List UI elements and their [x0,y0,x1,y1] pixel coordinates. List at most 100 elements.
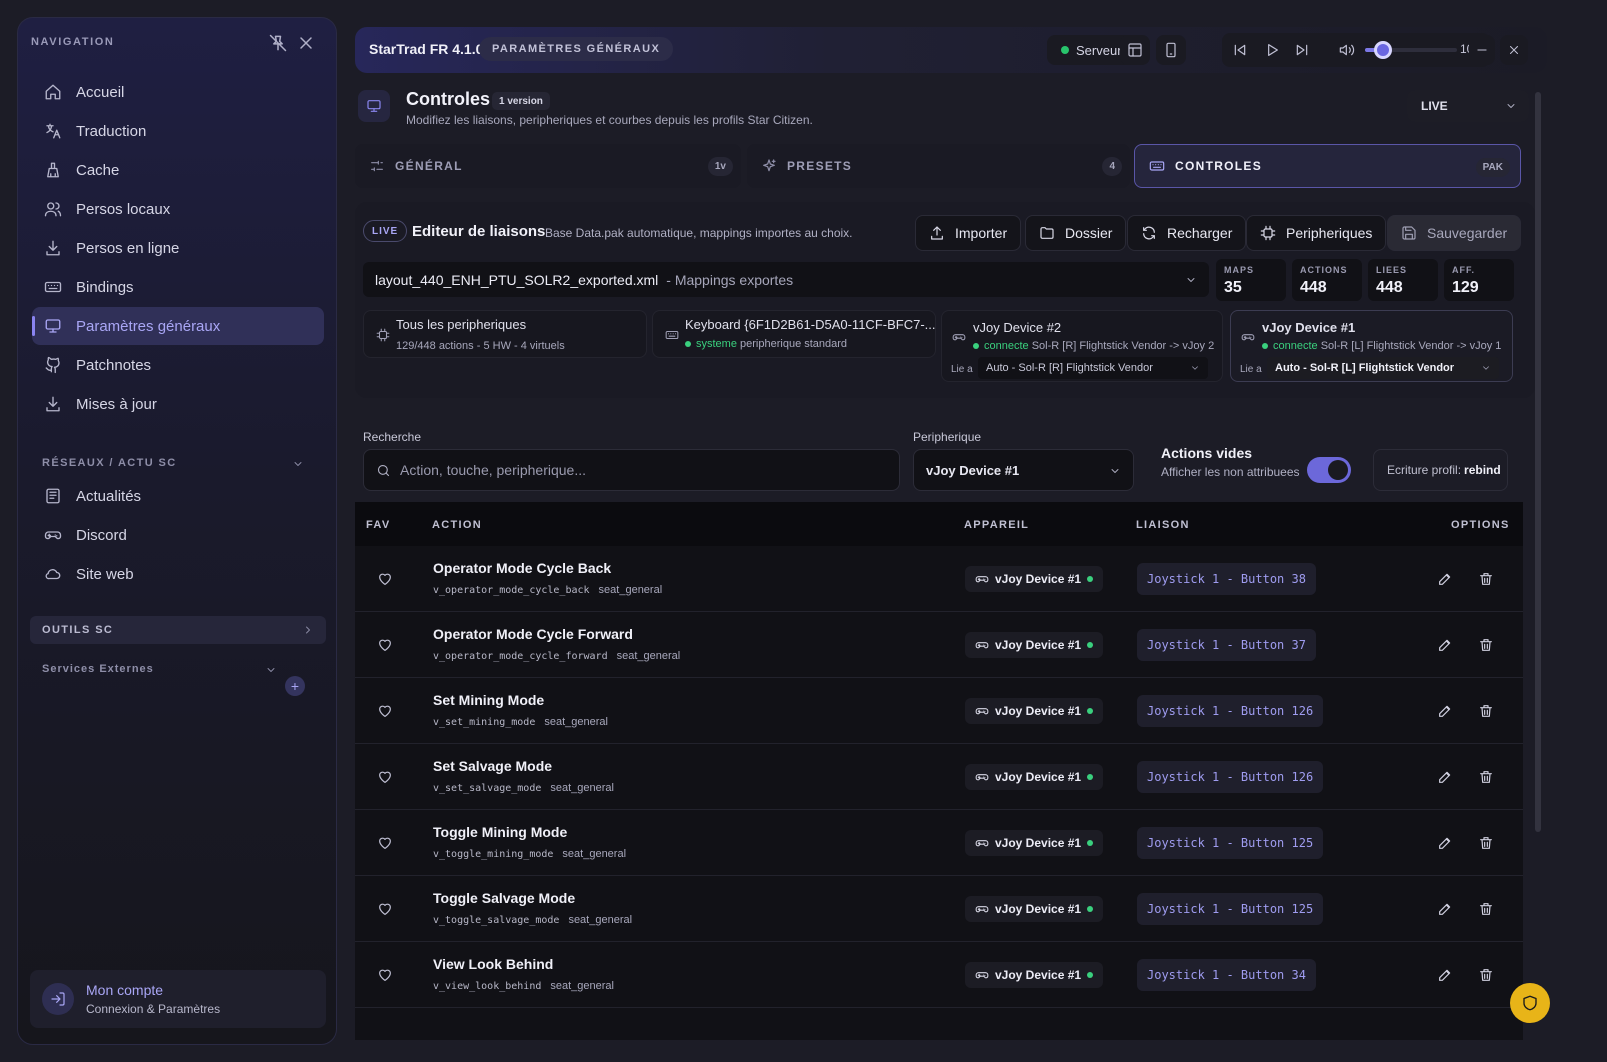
reload-button[interactable]: Recharger [1127,215,1247,251]
heart-icon[interactable] [377,967,393,983]
binding-pill[interactable]: Joystick 1 - Button 37 [1137,629,1316,661]
minimize-button[interactable] [1469,35,1495,65]
environment-select[interactable]: LIVE [1407,90,1529,122]
close-window-button[interactable] [1500,35,1528,65]
binding-pill[interactable]: Joystick 1 - Button 126 [1137,695,1324,727]
sidebar-item-bindings[interactable]: Bindings [32,268,324,306]
mapping-file-select[interactable]: layout_440_ENH_PTU_SOLR2_exported.xml - … [363,262,1209,297]
close-icon[interactable] [296,33,316,53]
devices-button[interactable]: Peripheriques [1246,215,1387,251]
sidebar-item-mises-a-jour[interactable]: Mises à jour [32,385,324,423]
account-title: Mon compte [86,982,164,998]
save-button[interactable]: Sauvegarder [1387,215,1522,251]
binding-pill[interactable]: Joystick 1 - Button 126 [1137,761,1324,793]
binding-pill[interactable]: Joystick 1 - Button 125 [1137,893,1324,925]
heart-icon[interactable] [377,769,393,785]
edit-icon[interactable] [1437,571,1453,587]
table-row[interactable]: Toggle Mining Mode v_toggle_mining_mode s… [355,810,1523,876]
table-row[interactable]: View Look Behind v_view_look_behind seat_… [355,942,1523,1008]
trash-icon[interactable] [1478,703,1494,719]
reload-label: Recharger [1167,225,1233,241]
sidebar-item-traduction[interactable]: Traduction [32,112,324,150]
volume-knob[interactable] [1374,41,1393,59]
gamepad-icon [1241,334,1255,341]
search-field[interactable] [363,449,900,491]
table-row[interactable]: Set Mining Mode v_set_mining_mode seat_ge… [355,678,1523,744]
binding-pill[interactable]: Joystick 1 - Button 38 [1137,563,1316,595]
scrollbar[interactable] [1535,92,1541,832]
binding-pill[interactable]: Joystick 1 - Button 125 [1137,827,1324,859]
volume-icon[interactable] [1339,42,1355,58]
sidebar-item-persos-locaux[interactable]: Persos locaux [32,190,324,228]
heart-icon[interactable] [377,901,393,917]
edit-icon[interactable] [1437,637,1453,653]
layout-button[interactable] [1120,35,1150,65]
tab-presets[interactable]: PRESETS 4 [747,144,1130,188]
heart-icon[interactable] [377,703,393,719]
sidebar-item-cache[interactable]: Cache [32,151,324,189]
page-title: Controles [406,89,491,109]
outils-sc-section[interactable]: OUTILS SC [30,616,326,644]
device-card-vjoy2[interactable]: vJoy Device #2 connecte Sol-R [R] Flight… [941,310,1223,382]
sidebar: NAVIGATION Accueil Traduction Cache Pers… [17,17,337,1045]
sidebar-item-persos-en-ligne[interactable]: Persos en ligne [32,229,324,267]
account-button[interactable]: Mon compte Connexion & Paramètres [30,970,326,1028]
volume-slider[interactable] [1365,41,1457,59]
action-id: v_view_look_behind seat_general [433,980,614,992]
tab-label: PRESETS [787,159,853,173]
empty-actions-toggle[interactable] [1307,457,1351,483]
heart-icon[interactable] [377,637,393,653]
services-externes-label: Services Externes [42,663,154,675]
edit-icon[interactable] [1437,835,1453,851]
profile-write-mode[interactable]: Ecriture profil: rebind [1373,449,1508,491]
table-row[interactable]: Toggle Salvage Mode v_toggle_salvage_mod… [355,876,1523,942]
device-name: vJoy Device #1 [995,968,1082,982]
sidebar-item-discord[interactable]: Discord [32,516,324,554]
tab-controles[interactable]: CONTROLES PAK [1134,144,1521,188]
import-button[interactable]: Importer [915,215,1022,251]
mobile-button[interactable] [1156,35,1186,65]
trash-icon[interactable] [1478,571,1494,587]
edit-icon[interactable] [1437,967,1453,983]
table-row[interactable]: Set Salvage Mode v_set_salvage_mode seat_… [355,744,1523,810]
chevron-down-icon[interactable] [292,458,304,470]
sidebar-item-parametres-generaux[interactable]: Paramètres généraux [32,307,324,345]
trash-icon[interactable] [1478,901,1494,917]
device-binding-select[interactable]: Auto - Sol-R [L] Flightstick Vendor [1267,357,1499,379]
shield-button[interactable] [1510,983,1550,1023]
device-filter-select[interactable]: vJoy Device #1 [913,449,1134,491]
sidebar-item-accueil[interactable]: Accueil [32,73,324,111]
sidebar-item-site-web[interactable]: Site web [32,555,324,593]
table-row[interactable]: Operator Mode Cycle Forward v_operator_m… [355,612,1523,678]
edit-icon[interactable] [1437,703,1453,719]
sidebar-item-actualites[interactable]: Actualités [32,477,324,515]
trash-icon[interactable] [1478,835,1494,851]
tab-general[interactable]: GÉNÉRAL 1v [355,144,741,188]
table-row[interactable]: Operator Mode Cycle Back v_operator_mode… [355,546,1523,612]
edit-icon[interactable] [1437,769,1453,785]
add-service-button[interactable]: + [285,676,305,696]
skip-forward-icon[interactable] [1294,42,1310,58]
heart-icon[interactable] [377,571,393,587]
play-icon[interactable] [1264,42,1280,58]
trash-icon[interactable] [1478,967,1494,983]
sidebar-item-label: Accueil [76,83,125,101]
device-card-keyboard[interactable]: Keyboard {6F1D2B61-D5A0-11CF-BFC7-... sy… [652,310,936,358]
sidebar-item-patchnotes[interactable]: Patchnotes [32,346,324,384]
device-pill: vJoy Device #1 [965,698,1104,724]
trash-icon[interactable] [1478,637,1494,653]
tab-count: PAK [1475,158,1510,177]
unpin-icon[interactable] [268,33,288,53]
trash-icon[interactable] [1478,769,1494,785]
status-dot [1087,707,1094,714]
edit-icon[interactable] [1437,901,1453,917]
folder-button[interactable]: Dossier [1025,215,1127,251]
device-binding-select[interactable]: Auto - Sol-R [R] Flightstick Vendor [978,357,1208,379]
chevron-down-icon[interactable] [265,664,277,676]
device-card-vjoy1[interactable]: vJoy Device #1 connecte Sol-R [L] Flight… [1230,310,1513,382]
search-input[interactable] [400,462,880,478]
skip-back-icon[interactable] [1232,42,1248,58]
binding-pill[interactable]: Joystick 1 - Button 34 [1137,959,1316,991]
device-card-all[interactable]: Tous les peripheriques 129/448 actions -… [363,310,647,358]
heart-icon[interactable] [377,835,393,851]
